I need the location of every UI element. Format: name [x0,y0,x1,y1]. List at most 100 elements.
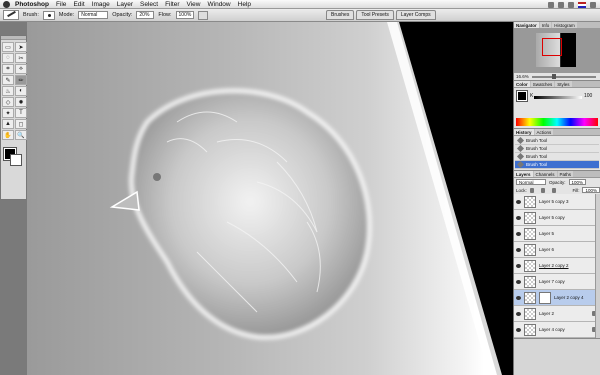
tab-paths[interactable]: Paths [557,171,574,177]
layer-opacity-field[interactable]: 100% [568,179,587,185]
tab-swatches[interactable]: Swatches [530,81,555,87]
color-ramp[interactable] [516,118,598,126]
status-icon[interactable] [548,1,554,8]
navigator-preview[interactable] [514,29,600,73]
healing-brush-tool-icon[interactable]: ✎ [2,75,14,85]
layer-row[interactable]: Layer 7 copy [514,274,600,290]
color-foreground[interactable] [516,90,528,102]
dodge-tool-icon[interactable]: ✦ [2,108,14,118]
layers-scrollbar[interactable] [595,194,600,338]
eraser-tool-icon[interactable]: ◇ [2,97,14,107]
well-tab-layer-comps[interactable]: Layer Comps [395,10,436,20]
layer-row-selected[interactable]: Layer 2 copy 4 [514,290,600,306]
tab-actions[interactable]: Actions [534,129,554,135]
navigator-view-box[interactable] [542,38,562,56]
eye-icon[interactable] [516,311,521,316]
spotlight-icon[interactable] [590,1,596,8]
marquee-tool-icon[interactable]: ▭ [2,42,14,52]
eye-icon[interactable] [516,295,521,300]
app-menu[interactable]: Photoshop [15,1,49,8]
zoom-tool-icon[interactable]: 🔍 [15,130,27,140]
layer-row[interactable]: Layer 2 [514,306,600,322]
layer-name: Layer 2 copy 4 [554,295,584,300]
document-canvas[interactable] [27,22,513,375]
menu-view[interactable]: View [187,1,201,8]
history-row[interactable]: Brush Tool [515,136,599,145]
tab-info[interactable]: Info [539,22,552,28]
layer-fill-field[interactable]: 100% [582,187,600,193]
layer-thumbnail [524,227,536,240]
tab-histogram[interactable]: Histogram [552,22,577,28]
tab-history[interactable]: History [514,129,534,135]
lock-position-icon[interactable] [551,187,556,193]
input-flag-icon[interactable] [578,1,586,8]
mode-select[interactable]: Normal [78,11,109,19]
menu-select[interactable]: Select [140,1,158,8]
zoom-value[interactable]: 16.6% [516,74,529,79]
opacity-field[interactable]: 20% [136,11,155,19]
layer-row[interactable]: Layer 5 [514,226,600,242]
menu-window[interactable]: Window [208,1,231,8]
tab-styles[interactable]: Styles [555,81,572,87]
layer-thumbnail [524,211,536,224]
well-tab-brushes[interactable]: Brushes [326,10,355,20]
lock-transparency-icon[interactable] [529,187,534,193]
menu-edit[interactable]: Edit [73,1,84,8]
tab-color[interactable]: Color [514,81,530,87]
tab-channels[interactable]: Channels [533,171,557,177]
lock-pixels-icon[interactable] [540,187,545,193]
menu-layer[interactable]: Layer [117,1,133,8]
slice-tool-icon[interactable]: ⟡ [15,64,27,74]
airbrush-toggle[interactable] [197,10,208,20]
menu-image[interactable]: Image [92,1,110,8]
type-tool-icon[interactable]: T [15,108,27,118]
magic-wand-tool-icon[interactable]: ✂ [15,53,27,63]
eye-icon[interactable] [516,247,521,252]
layer-row[interactable]: Layer 4 copy [514,322,600,338]
eye-icon[interactable] [516,327,521,332]
zoom-slider-knob[interactable] [551,73,556,79]
blend-mode-select[interactable]: Normal [516,179,546,185]
history-row[interactable]: Brush Tool [515,144,599,153]
k-value[interactable]: 100 [584,93,592,99]
volume-icon[interactable] [568,1,574,8]
eye-icon[interactable] [516,199,521,204]
zoom-slider[interactable] [531,73,596,79]
gradient-tool-icon[interactable]: ✹ [15,97,27,107]
move-tool-icon[interactable]: ➤ [15,42,27,52]
brush-picker[interactable] [42,10,55,20]
k-slider[interactable] [534,96,582,99]
tab-navigator[interactable]: Navigator [514,22,539,28]
eye-icon[interactable] [516,215,521,220]
shape-tool-icon[interactable]: ◻ [15,119,27,129]
history-brush-tool-icon[interactable]: ◐ [15,86,27,96]
history-row[interactable]: Brush Tool [515,152,599,161]
layer-row[interactable]: Layer 5 copy 3 [514,194,600,210]
menu-filter[interactable]: Filter [165,1,179,8]
flow-field[interactable]: 100% [175,11,194,19]
crop-tool-icon[interactable]: ⌗ [2,64,14,74]
brush-tool-icon[interactable]: ✏ [15,75,27,85]
tab-layers[interactable]: Layers [514,171,533,177]
menu-file[interactable]: File [56,1,66,8]
layer-name: Layer 5 copy 3 [539,199,569,204]
lasso-tool-icon[interactable]: ◌ [2,53,14,63]
path-selection-tool-icon[interactable]: ▲ [2,119,14,129]
tool-preset-picker[interactable] [3,10,19,20]
layer-row[interactable]: Layer 2 copy 2 [514,258,600,274]
eye-icon[interactable] [516,231,521,236]
history-row-selected[interactable]: Brush Tool [515,160,599,169]
background-color[interactable] [10,154,22,166]
status-icon[interactable] [558,1,564,8]
hand-tool-icon[interactable]: ✋ [2,130,14,140]
clone-stamp-tool-icon[interactable]: ♨ [2,86,14,96]
eye-icon[interactable] [516,279,521,284]
color-palette: Color Swatches Styles K 100 [514,81,600,129]
apple-menu-icon[interactable] [3,0,10,8]
menu-help[interactable]: Help [238,1,251,8]
well-tab-tool-presets[interactable]: Tool Presets [356,10,394,20]
layer-row[interactable]: Layer 5 copy [514,210,600,226]
layer-row[interactable]: Layer 6 [514,242,600,258]
eye-icon[interactable] [516,263,521,268]
layer-mask-thumbnail[interactable] [539,291,551,304]
